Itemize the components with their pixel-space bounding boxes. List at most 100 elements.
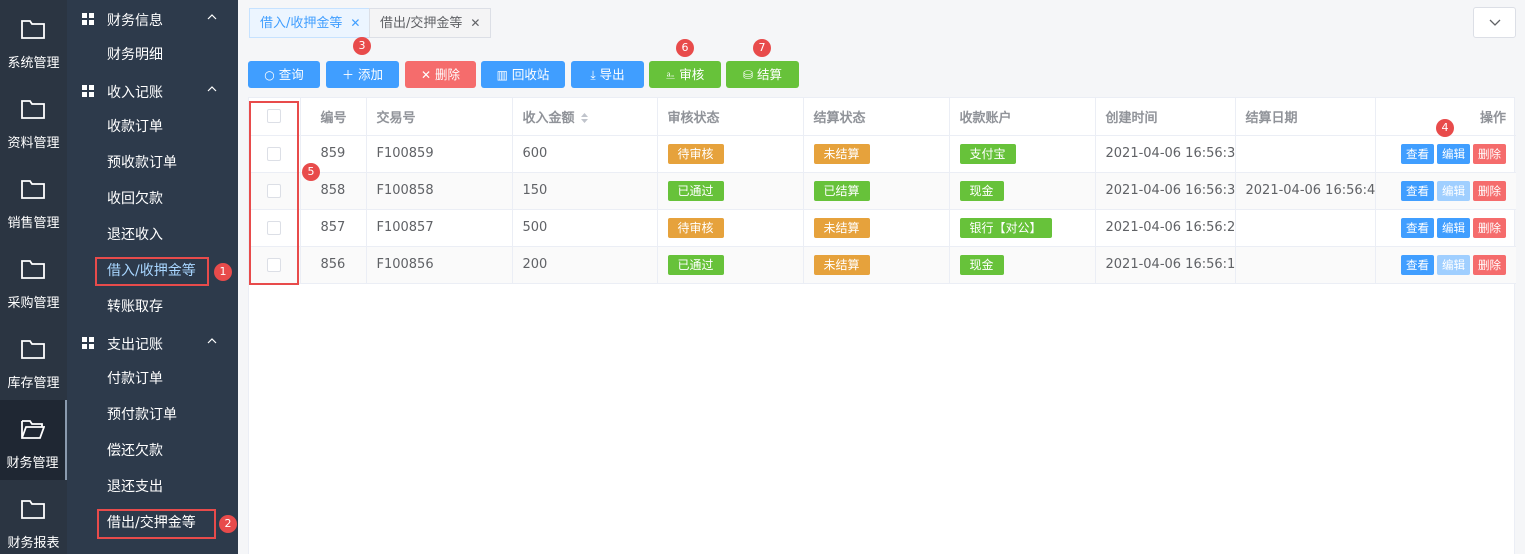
view-button[interactable]: 查看: [1401, 217, 1434, 238]
module-label: 财务报表: [7, 536, 60, 551]
column-header: 结算日期: [1235, 98, 1376, 136]
cell-trade-no: F100859: [366, 135, 513, 173]
audit-status-badge: 待审核: [667, 217, 724, 238]
export-button[interactable]: ⤓ 导出: [571, 61, 644, 88]
delete-button[interactable]: ✕ 删除: [405, 61, 476, 88]
settle-status-badge: 已结算: [813, 180, 870, 201]
cell-trade-no: F100858: [366, 172, 513, 210]
module-finance[interactable]: 财务管理: [0, 400, 67, 480]
module-inventory[interactable]: 库存管理: [0, 320, 67, 400]
table-row[interactable]: 856 F100856 200 已通过 未结算 现金 2021-04-06 16:56:16…: [249, 246, 1516, 284]
sidebar-item-prepayment-order[interactable]: 预付款订单: [107, 400, 227, 430]
sidebar-group-finance-info[interactable]: 财务信息: [67, 1, 238, 37]
module-label: 采购管理: [7, 296, 60, 311]
coins-icon: ⛁: [742, 68, 754, 82]
edit-button[interactable]: 编辑: [1437, 180, 1470, 201]
cell-amount: 500: [512, 209, 658, 247]
module-master-data[interactable]: 资料管理: [0, 80, 67, 160]
column-header: 审核状态: [657, 98, 804, 136]
view-button[interactable]: 查看: [1401, 254, 1434, 275]
cell-settle: 未结算: [803, 209, 950, 247]
column-header-sortable[interactable]: 收入金额: [512, 98, 658, 136]
account-badge: 支付宝: [959, 143, 1016, 164]
cell-trade-no: F100857: [366, 209, 513, 247]
sidebar-item-prereceipt-order[interactable]: 预收款订单: [107, 148, 227, 178]
close-icon[interactable]: ✕: [350, 16, 360, 30]
column-header: 收款账户: [949, 98, 1096, 136]
sidebar-item-repay-debt[interactable]: 偿还欠款: [107, 436, 227, 466]
cell-id: 856: [300, 246, 367, 284]
sidebar-item-receipt-order[interactable]: 收款订单: [107, 112, 227, 142]
cell-amount: 150: [512, 172, 658, 210]
settle-status-badge: 未结算: [813, 254, 870, 275]
module-finance-report[interactable]: 财务报表: [0, 480, 67, 554]
column-header: 创建时间: [1095, 98, 1236, 136]
sidebar-item-refund-income[interactable]: 退还收入: [107, 220, 227, 250]
annotation-badge: 1: [214, 263, 232, 281]
module-purchase[interactable]: 采购管理: [0, 240, 67, 320]
grid-icon: [82, 13, 94, 25]
cell-audit: 已通过: [657, 246, 804, 284]
add-button[interactable]: ＋ 添加: [326, 61, 399, 88]
account-badge: 银行【对公】: [959, 217, 1052, 238]
tab-borrow-in[interactable]: 借入/收押金等 ✕: [249, 8, 372, 38]
audit-status-badge: 待审核: [667, 143, 724, 164]
table-row[interactable]: 857 F100857 500 待审核 未结算 银行【对公】 2021-04-06 16:5…: [249, 209, 1516, 247]
recycle-bin-button[interactable]: ▥ 回收站: [481, 61, 565, 88]
table-header-row: 编号 交易号 收入金额 审核状态 结算状态 收款账户 创建时间 结算日期 操作: [249, 98, 1516, 136]
tabs-dropdown-button[interactable]: [1473, 7, 1516, 38]
column-header: 结算状态: [803, 98, 950, 136]
sidebar-group-income[interactable]: 收入记账: [67, 73, 238, 109]
close-icon[interactable]: ✕: [470, 16, 480, 30]
module-system[interactable]: 系统管理: [0, 0, 67, 80]
module-label: 系统管理: [7, 56, 60, 71]
sort-icon[interactable]: [580, 112, 589, 124]
edit-button[interactable]: 编辑: [1437, 143, 1470, 164]
audit-button[interactable]: ⎁ 审核: [649, 61, 721, 88]
sidebar-item-finance-detail[interactable]: 财务明细: [107, 40, 227, 70]
edit-button[interactable]: 编辑: [1437, 217, 1470, 238]
cell-account: 现金: [949, 172, 1096, 210]
data-table-panel: 编号 交易号 收入金额 审核状态 结算状态 收款账户 创建时间 结算日期 操作 …: [248, 97, 1516, 554]
delete-row-button[interactable]: 删除: [1473, 217, 1506, 238]
tab-lend-out[interactable]: 借出/交押金等 ✕: [369, 8, 492, 38]
grid-icon: [82, 85, 94, 97]
cell-settle-date: 2021-04-06 16:56:43: [1235, 172, 1376, 210]
chevron-up-icon: [207, 86, 217, 92]
folder-icon: [21, 180, 45, 199]
cell-settle: 未结算: [803, 135, 950, 173]
app-root: 系统管理 资料管理 销售管理 采购管理 库存管理 财务管理 财务报表 财务信息 …: [0, 0, 1525, 554]
folder-icon: [21, 260, 45, 279]
sidebar-group-expense[interactable]: 支出记账: [67, 325, 238, 361]
module-label: 财务管理: [6, 456, 59, 471]
audit-status-badge: 已通过: [667, 180, 724, 201]
view-button[interactable]: 查看: [1401, 143, 1434, 164]
cell-audit: 待审核: [657, 135, 804, 173]
module-sales[interactable]: 销售管理: [0, 160, 67, 240]
table-row[interactable]: 858 F100858 150 已通过 已结算 现金 2021-04-06 16:56:30…: [249, 172, 1516, 210]
view-button[interactable]: 查看: [1401, 180, 1434, 201]
edit-button[interactable]: 编辑: [1437, 254, 1470, 275]
delete-label: 删除: [435, 67, 461, 82]
table-row[interactable]: 859 F100859 600 待审核 未结算 支付宝 2021-04-06 16:56:3…: [249, 135, 1516, 173]
cell-amount: 600: [512, 135, 658, 173]
sidebar-item-recover-debt[interactable]: 收回欠款: [107, 184, 227, 214]
grid-icon: [82, 337, 94, 349]
folder-icon: [21, 500, 45, 519]
sidebar-item-refund-expense[interactable]: 退还支出: [107, 472, 227, 502]
annotation-badge: 4: [1436, 119, 1454, 137]
cell-settle-date: [1235, 246, 1376, 284]
query-button[interactable]: ○ 查询: [248, 61, 320, 88]
settle-status-badge: 未结算: [813, 143, 870, 164]
cell-actions: 查看 编辑 删除: [1375, 246, 1516, 284]
delete-row-button[interactable]: 删除: [1473, 143, 1506, 164]
annotation-badge: 2: [219, 515, 237, 533]
sidebar-item-transfer[interactable]: 转账取存: [107, 292, 227, 322]
cell-id: 857: [300, 209, 367, 247]
delete-row-button[interactable]: 删除: [1473, 180, 1506, 201]
sidebar-item-payment-order[interactable]: 付款订单: [107, 364, 227, 394]
settle-button[interactable]: ⛁ 结算: [726, 61, 799, 88]
delete-row-button[interactable]: 删除: [1473, 254, 1506, 275]
tab-label: 借入/收押金等: [260, 16, 343, 31]
column-header: 编号: [300, 98, 367, 136]
